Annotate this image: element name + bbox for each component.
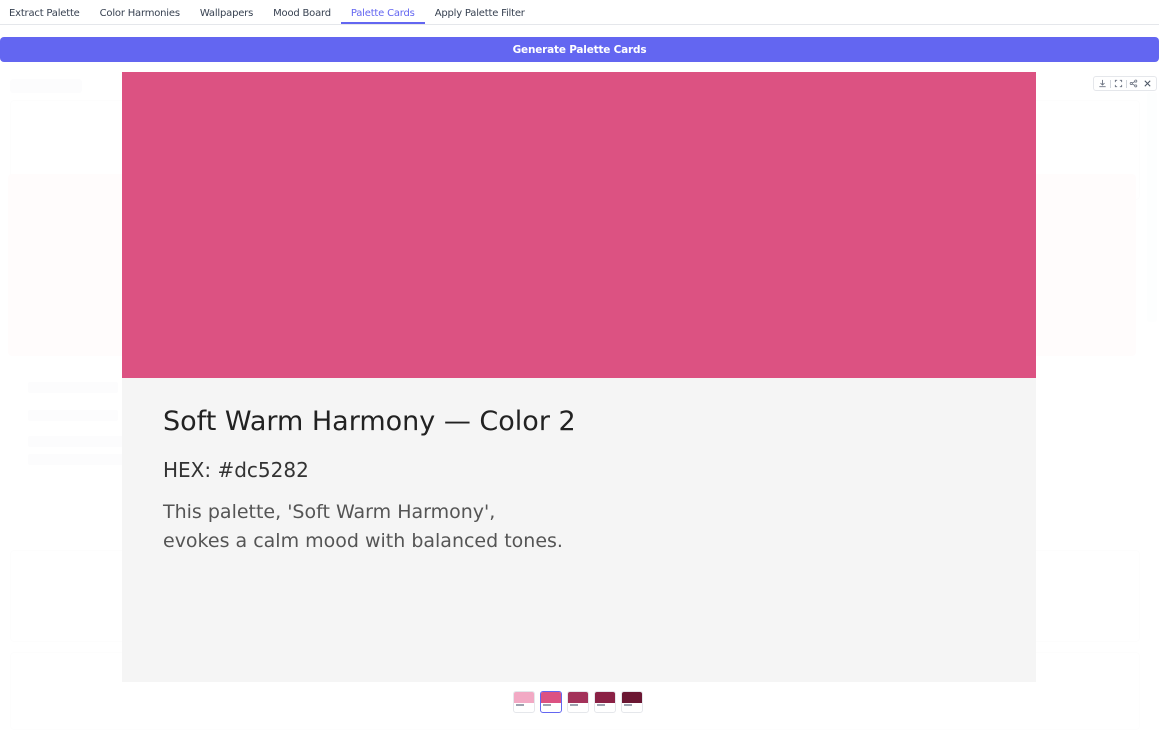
- thumbnail-strip: [513, 691, 643, 714]
- thumbnail-caption: [624, 704, 632, 706]
- fullscreen-icon[interactable]: [1112, 78, 1124, 90]
- generate-palette-cards-button[interactable]: Generate Palette Cards: [0, 37, 1159, 62]
- share-icon[interactable]: [1128, 78, 1140, 90]
- card-description: This palette, 'Soft Warm Harmony', evoke…: [163, 498, 563, 556]
- toolbar-divider: [1109, 79, 1111, 88]
- thumbnail-2[interactable]: [540, 691, 562, 713]
- thumbnail-color: [541, 692, 561, 703]
- thumbnail-4[interactable]: [594, 691, 616, 713]
- description-line: evokes a calm mood with balanced tones.: [163, 530, 563, 552]
- thumbnail-color: [514, 692, 534, 703]
- thumbnail-caption: [597, 704, 605, 706]
- thumbnail-color: [595, 692, 615, 703]
- thumbnail-color: [568, 692, 588, 703]
- thumbnail-3[interactable]: [567, 691, 589, 713]
- thumbnail-5[interactable]: [621, 691, 643, 713]
- close-icon[interactable]: [1141, 78, 1153, 90]
- app-page: Extract Palette Color Harmonies Wallpape…: [0, 0, 1175, 730]
- lightbox-toolbar: [1093, 76, 1157, 91]
- tab-extract-palette[interactable]: Extract Palette: [0, 0, 90, 24]
- thumbnail-caption: [543, 704, 551, 706]
- tab-wallpapers[interactable]: Wallpapers: [190, 0, 263, 24]
- palette-card: Soft Warm Harmony — Color 2 HEX: #dc5282…: [122, 72, 1036, 682]
- tab-bar: Extract Palette Color Harmonies Wallpape…: [0, 0, 1159, 25]
- thumbnail-caption: [570, 704, 578, 706]
- tab-apply-palette-filter[interactable]: Apply Palette Filter: [425, 0, 535, 24]
- tab-mood-board[interactable]: Mood Board: [263, 0, 341, 24]
- thumbnail-caption: [516, 704, 524, 706]
- color-swatch: [122, 72, 1036, 378]
- card-title: Soft Warm Harmony — Color 2: [163, 406, 576, 437]
- hex-label: HEX: #dc5282: [163, 458, 309, 482]
- description-line: This palette, 'Soft Warm Harmony',: [163, 501, 496, 523]
- tab-color-harmonies[interactable]: Color Harmonies: [90, 0, 190, 24]
- thumbnail-color: [622, 692, 642, 703]
- tab-palette-cards[interactable]: Palette Cards: [340, 0, 425, 24]
- thumbnail-1[interactable]: [513, 691, 535, 713]
- download-icon[interactable]: [1097, 78, 1109, 90]
- toolbar-divider: [1125, 79, 1127, 88]
